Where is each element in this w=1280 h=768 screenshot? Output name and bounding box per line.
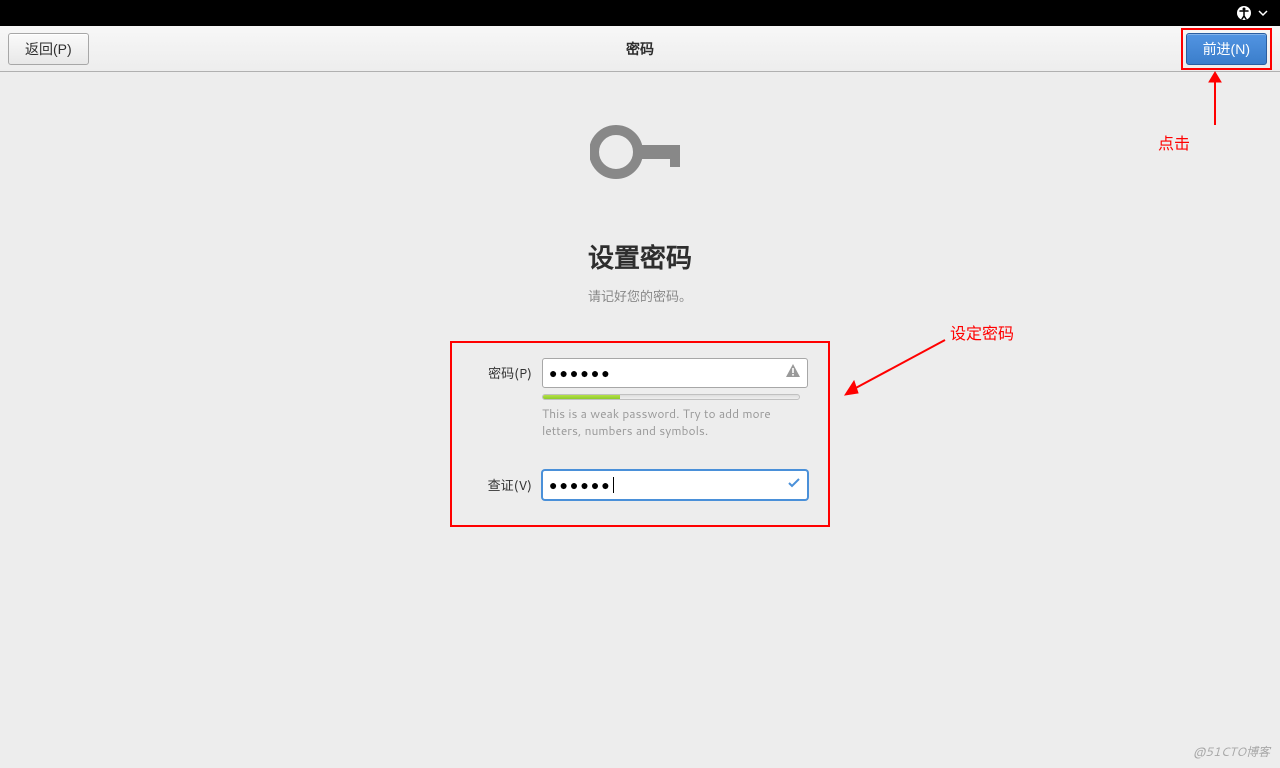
system-topbar [0,0,1280,26]
check-icon [787,473,801,496]
chevron-down-icon[interactable] [1258,8,1268,18]
password-strength-bar [542,394,800,400]
content-area: 设置密码 请记好您的密码。 密码(P) ●●●●●● This is a wea… [0,72,1280,527]
back-button[interactable]: 返回(P) [8,33,89,65]
page-heading: 设置密码 [588,238,692,276]
header-bar: 返回(P) 密码 前进(N) [0,26,1280,72]
arrow-to-next [1195,70,1235,130]
watermark: @51CTO博客 [1193,743,1270,760]
confirm-input[interactable]: ●●●●●● [542,470,808,500]
text-cursor [613,477,614,493]
password-input[interactable]: ●●●●●● [542,358,808,388]
confirm-value: ●●●●●● [549,475,612,495]
password-hint: This is a weak password. Try to add more… [542,406,802,440]
next-button-highlight: 前进(N) [1181,28,1272,70]
accessibility-icon[interactable] [1236,5,1252,21]
warning-icon [785,362,801,385]
header-title: 密码 [626,39,654,59]
password-value: ●●●●●● [549,363,612,383]
next-button[interactable]: 前进(N) [1186,33,1267,65]
confirm-row: 查证(V) ●●●●●● [472,470,808,500]
page-subtitle: 请记好您的密码。 [588,286,692,306]
annotation-set-password: 设定密码 [950,320,1014,344]
password-strength-fill [543,395,620,399]
arrow-to-form [840,335,950,405]
password-row: 密码(P) ●●●●●● [472,358,808,388]
password-form-highlight: 密码(P) ●●●●●● This is a weak password. Tr… [450,341,830,527]
key-icon [590,122,690,188]
annotation-click: 点击 [1158,130,1190,154]
password-label: 密码(P) [472,363,532,383]
confirm-label: 查证(V) [472,475,532,495]
